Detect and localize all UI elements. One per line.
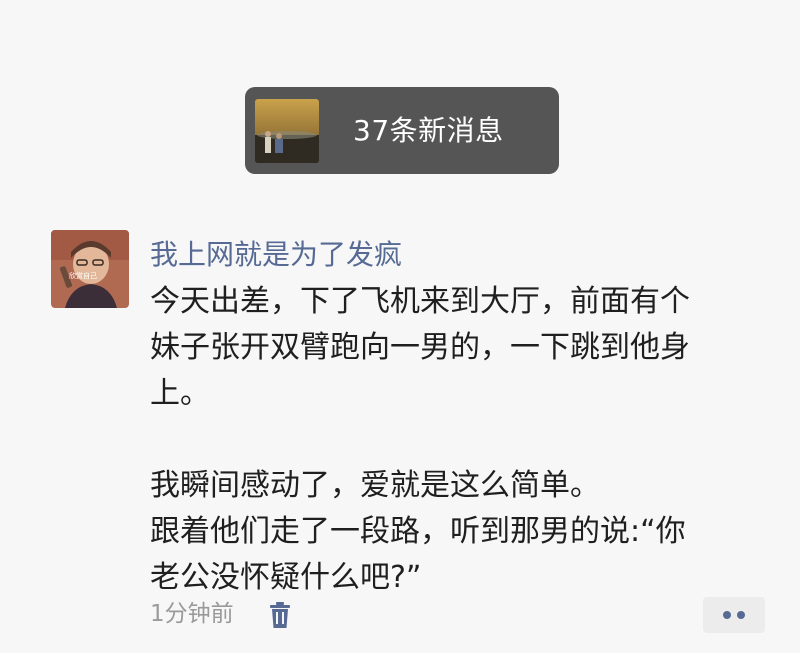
new-messages-notification[interactable]: 37条新消息 bbox=[245, 87, 559, 174]
post-username[interactable]: 我上网就是为了发疯 bbox=[150, 235, 402, 275]
post-text-line: 今天出差，下了飞机来到大厅，前面有个 bbox=[150, 284, 690, 319]
more-options-button[interactable] bbox=[703, 597, 765, 633]
post-text-line: 老公没怀疑什么吧?” bbox=[150, 560, 422, 595]
post-content: 今天出差，下了飞机来到大厅，前面有个 妹子张开双臂跑向一男的，一下跳到他身 上。… bbox=[150, 279, 770, 601]
post-text-line: 上。 bbox=[150, 376, 210, 411]
user-avatar-icon[interactable]: 欣赏自己 bbox=[51, 230, 129, 308]
post-text-line: 妹子张开双臂跑向一男的，一下跳到他身 bbox=[150, 330, 690, 365]
post-text-line: 我瞬间感动了，爱就是这么简单。 bbox=[150, 468, 600, 503]
trash-icon[interactable] bbox=[268, 601, 292, 629]
moments-feed: 37条新消息 欣赏自己 我上网就是为了发疯 今天出差，下了飞机来到大厅，前面有个… bbox=[0, 0, 800, 653]
post-text-line: 跟着他们走了一段路，听到那男的说:“你 bbox=[150, 514, 686, 549]
photo-thumbnail-icon bbox=[255, 99, 319, 163]
new-messages-count: 37条新消息 bbox=[353, 114, 504, 147]
svg-text:欣赏自己: 欣赏自己 bbox=[69, 271, 97, 280]
post-timestamp: 1分钟前 bbox=[150, 601, 234, 627]
more-dots-icon bbox=[723, 611, 731, 619]
more-dots-icon bbox=[737, 611, 745, 619]
